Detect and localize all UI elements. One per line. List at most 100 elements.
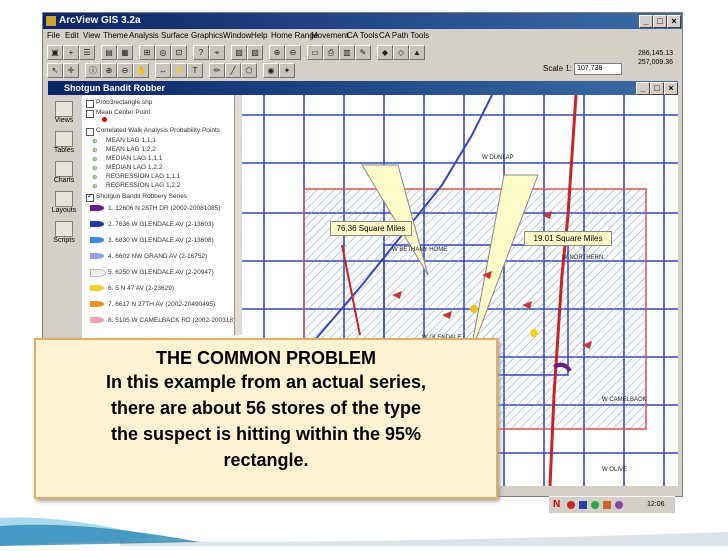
label-tool-icon[interactable]: T <box>187 63 203 78</box>
shotgun-symbol-icon <box>90 285 104 291</box>
clear-selection-icon[interactable]: ▨ <box>247 45 263 60</box>
zoom-selected-icon[interactable]: ⊡ <box>171 45 187 60</box>
legend-icon[interactable]: ▤ <box>101 45 117 60</box>
zoom-full-icon[interactable]: ⊞ <box>139 45 155 60</box>
properties-icon[interactable]: ☰ <box>79 45 95 60</box>
menu-window[interactable]: Window <box>223 29 251 43</box>
menu-ca-path-tools[interactable]: CA Path Tools <box>379 29 429 43</box>
slide-text-box: THE COMMON PROBLEM In this example from … <box>34 338 498 499</box>
zoom-out-tool-icon[interactable]: ⊖ <box>117 63 133 78</box>
tray-app-icon[interactable] <box>615 501 623 509</box>
menu-theme[interactable]: Theme <box>103 29 128 43</box>
project-item-charts[interactable]: Charts <box>50 161 78 184</box>
layer-checkbox[interactable] <box>86 110 94 118</box>
tray-app-icon[interactable] <box>591 501 599 509</box>
view-close-button[interactable]: × <box>664 82 678 95</box>
maximize-button[interactable]: □ <box>653 15 667 28</box>
pointer-tool-icon[interactable]: ↖ <box>47 63 63 78</box>
street-label: W CAMELBACK <box>602 397 647 403</box>
tool-b-icon[interactable]: ◇ <box>393 45 409 60</box>
menu-surface[interactable]: Surface <box>161 29 189 43</box>
menu-graphics[interactable]: Graphics <box>191 29 223 43</box>
tray-app-icon[interactable] <box>567 501 575 509</box>
save-icon[interactable]: ▣ <box>47 45 63 60</box>
zoom-in-tool-icon[interactable]: ⊕ <box>101 63 117 78</box>
crosshair-icon: ⊕ <box>92 165 98 172</box>
menu-help[interactable]: Help <box>251 29 267 43</box>
snap-tool-icon[interactable]: ◉ <box>263 63 279 78</box>
callout-left: 76.36 Square Miles <box>330 221 412 236</box>
slide-heading: THE COMMON PROBLEM <box>156 348 376 368</box>
toc-scrollbar[interactable] <box>234 95 242 335</box>
slide-body-line: In this example from an actual series, <box>105 372 427 392</box>
project-item-scripts[interactable]: Scripts <box>50 221 78 244</box>
measure-tool-icon[interactable]: ↔ <box>155 63 171 78</box>
custom-tool-icon[interactable]: ✦ <box>279 63 295 78</box>
slide-body-line: rectangle. <box>223 450 309 470</box>
table-icon[interactable]: ▦ <box>117 45 133 60</box>
street-label: W NORTHERN <box>562 255 604 261</box>
shotgun-symbol-icon <box>90 205 104 211</box>
app-title: ArcView GIS 3.2a <box>59 15 141 26</box>
shotgun-symbol-icon <box>90 237 104 243</box>
menu-edit[interactable]: Edit <box>65 29 79 43</box>
tool-c-icon[interactable]: ▲ <box>409 45 425 60</box>
tray-n-icon[interactable]: N <box>553 499 563 510</box>
view-maximize-button[interactable]: □ <box>650 82 664 95</box>
view-title: Shotgun Bandit Robber <box>64 83 165 93</box>
layouts-icon <box>55 191 73 207</box>
shotgun-symbol-icon <box>90 317 104 323</box>
layer-checkbox[interactable] <box>86 128 94 136</box>
slide-body-line: the suspect is hitting within the 95% <box>110 424 422 444</box>
tray-app-icon[interactable] <box>579 501 587 509</box>
shotgun-symbol-icon <box>90 253 104 259</box>
chart-icon[interactable]: ▥ <box>339 45 355 60</box>
polygon-tool-icon[interactable]: ⬠ <box>241 63 257 78</box>
add-theme-icon[interactable]: + <box>63 45 79 60</box>
crosshair-icon: ⊕ <box>92 156 98 163</box>
project-item-views[interactable]: Views <box>50 101 78 124</box>
app-icon <box>46 16 56 26</box>
crosshair-icon: ⊕ <box>92 183 98 190</box>
line-tool-icon[interactable]: ╱ <box>225 63 241 78</box>
zoom-active-icon[interactable]: ◎ <box>155 45 171 60</box>
tool-a-icon[interactable]: ◆ <box>377 45 393 60</box>
crosshair-icon: ⊕ <box>92 174 98 181</box>
close-button[interactable]: × <box>667 15 681 28</box>
scripts-icon <box>55 221 73 237</box>
minimize-button[interactable]: _ <box>639 15 653 28</box>
draw-tool-icon[interactable]: ✏ <box>209 63 225 78</box>
layout-icon[interactable]: ▭ <box>307 45 323 60</box>
red-dot-icon <box>102 117 107 122</box>
scale-input[interactable]: 107,738 <box>574 63 623 75</box>
project-item-layouts[interactable]: Layouts <box>50 191 78 214</box>
series-marker <box>470 305 478 313</box>
tray-app-icon[interactable] <box>603 501 611 509</box>
charts-icon <box>55 161 73 177</box>
menu-ca-tools[interactable]: CA Tools <box>347 29 378 43</box>
menu-analysis[interactable]: Analysis <box>129 29 159 43</box>
menu-file[interactable]: File <box>47 29 60 43</box>
identify-tool-icon[interactable]: ⓘ <box>85 63 101 78</box>
layer-checkbox[interactable] <box>86 100 94 108</box>
script-icon[interactable]: ✎ <box>355 45 371 60</box>
query-icon[interactable]: ? <box>193 45 209 60</box>
series-marker <box>530 329 538 337</box>
footer-swoosh <box>0 517 728 546</box>
print-icon[interactable]: ⎙ <box>323 45 339 60</box>
zoom-out-icon[interactable]: ⊖ <box>285 45 301 60</box>
zoom-in-icon[interactable]: ⊕ <box>269 45 285 60</box>
menu-view[interactable]: View <box>83 29 100 43</box>
swoosh-shadow <box>120 532 728 546</box>
project-item-tables[interactable]: Tables <box>50 131 78 154</box>
vertex-tool-icon[interactable]: ✛ <box>63 63 79 78</box>
locate-icon[interactable]: ⌖ <box>209 45 225 60</box>
scale-control: Scale 1: 107,738 <box>543 63 623 75</box>
menu-movement[interactable]: Movement <box>311 29 348 43</box>
pan-tool-icon[interactable]: ✋ <box>133 63 149 78</box>
button-bar: ▣ + ☰ ▤ ▦ ⊞ ◎ ⊡ ? ⌖ ▧ ▨ ⊕ ⊖ ▭ ⎙ ▥ ✎ ◆ ◇ … <box>43 43 682 61</box>
view-minimize-button[interactable]: _ <box>636 82 650 95</box>
crosshair-icon: ⊕ <box>92 138 98 145</box>
select-all-icon[interactable]: ▧ <box>231 45 247 60</box>
hotlink-tool-icon[interactable]: ⚡ <box>171 63 187 78</box>
